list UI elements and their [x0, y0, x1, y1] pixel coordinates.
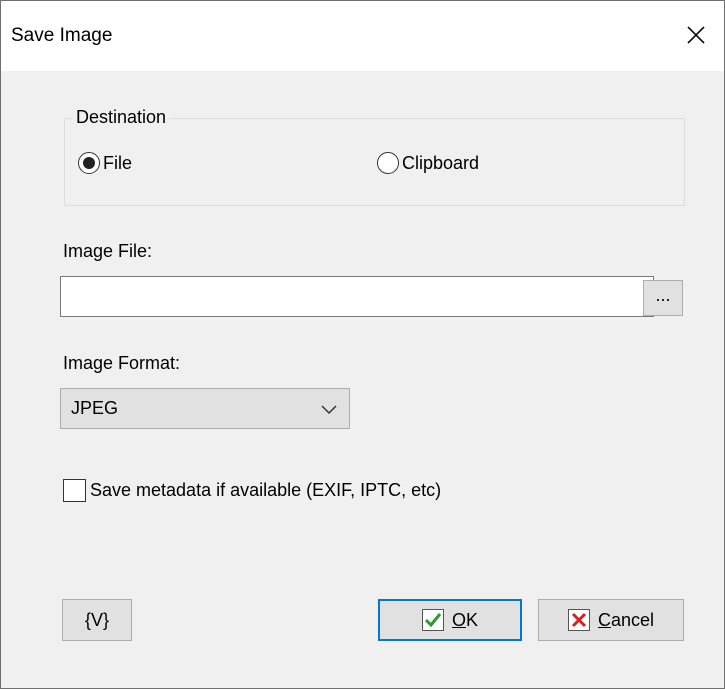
chevron-down-icon — [321, 405, 337, 415]
save-metadata-checkbox[interactable]: Save metadata if available (EXIF, IPTC, … — [63, 479, 441, 502]
radio-clipboard[interactable]: Clipboard — [377, 152, 479, 174]
image-file-input[interactable] — [60, 276, 654, 317]
variables-button[interactable]: {V} — [62, 599, 132, 641]
checkmark-icon — [421, 609, 444, 631]
x-icon — [567, 609, 590, 631]
save-image-dialog: Save Image Destination File Clipboard Im… — [0, 0, 725, 689]
radio-file[interactable]: File — [78, 152, 132, 174]
ok-label: OK — [452, 610, 478, 631]
ok-mnemonic: O — [451, 609, 466, 630]
close-icon — [687, 26, 705, 44]
cancel-button[interactable]: Cancel — [538, 599, 684, 641]
image-format-select[interactable]: JPEG — [60, 388, 350, 429]
image-file-label: Image File: — [63, 241, 153, 261]
radio-clipboard-label: Clipboard — [402, 152, 480, 173]
radio-selected-dot — [83, 157, 95, 169]
close-button[interactable] — [674, 15, 718, 55]
destination-group: Destination File Clipboard — [64, 107, 685, 206]
cancel-label-rest: ancel — [610, 609, 655, 630]
destination-legend: Destination — [73, 107, 170, 128]
image-format-label: Image Format: — [63, 353, 181, 373]
radio-file-label: File — [103, 152, 133, 173]
save-metadata-box[interactable] — [63, 479, 86, 502]
dialog-title: Save Image — [11, 25, 113, 46]
ok-button[interactable]: OK — [378, 599, 522, 641]
ok-label-rest: K — [466, 609, 479, 630]
cancel-label: Cancel — [598, 610, 654, 631]
radio-file-indicator[interactable] — [78, 152, 100, 174]
image-format-value: JPEG — [71, 398, 119, 418]
browse-button[interactable]: ... — [643, 280, 683, 316]
save-metadata-label: Save metadata if available (EXIF, IPTC, … — [90, 480, 442, 500]
title-bar: Save Image — [1, 1, 724, 71]
cancel-mnemonic: C — [597, 609, 611, 630]
radio-clipboard-indicator[interactable] — [377, 152, 399, 174]
